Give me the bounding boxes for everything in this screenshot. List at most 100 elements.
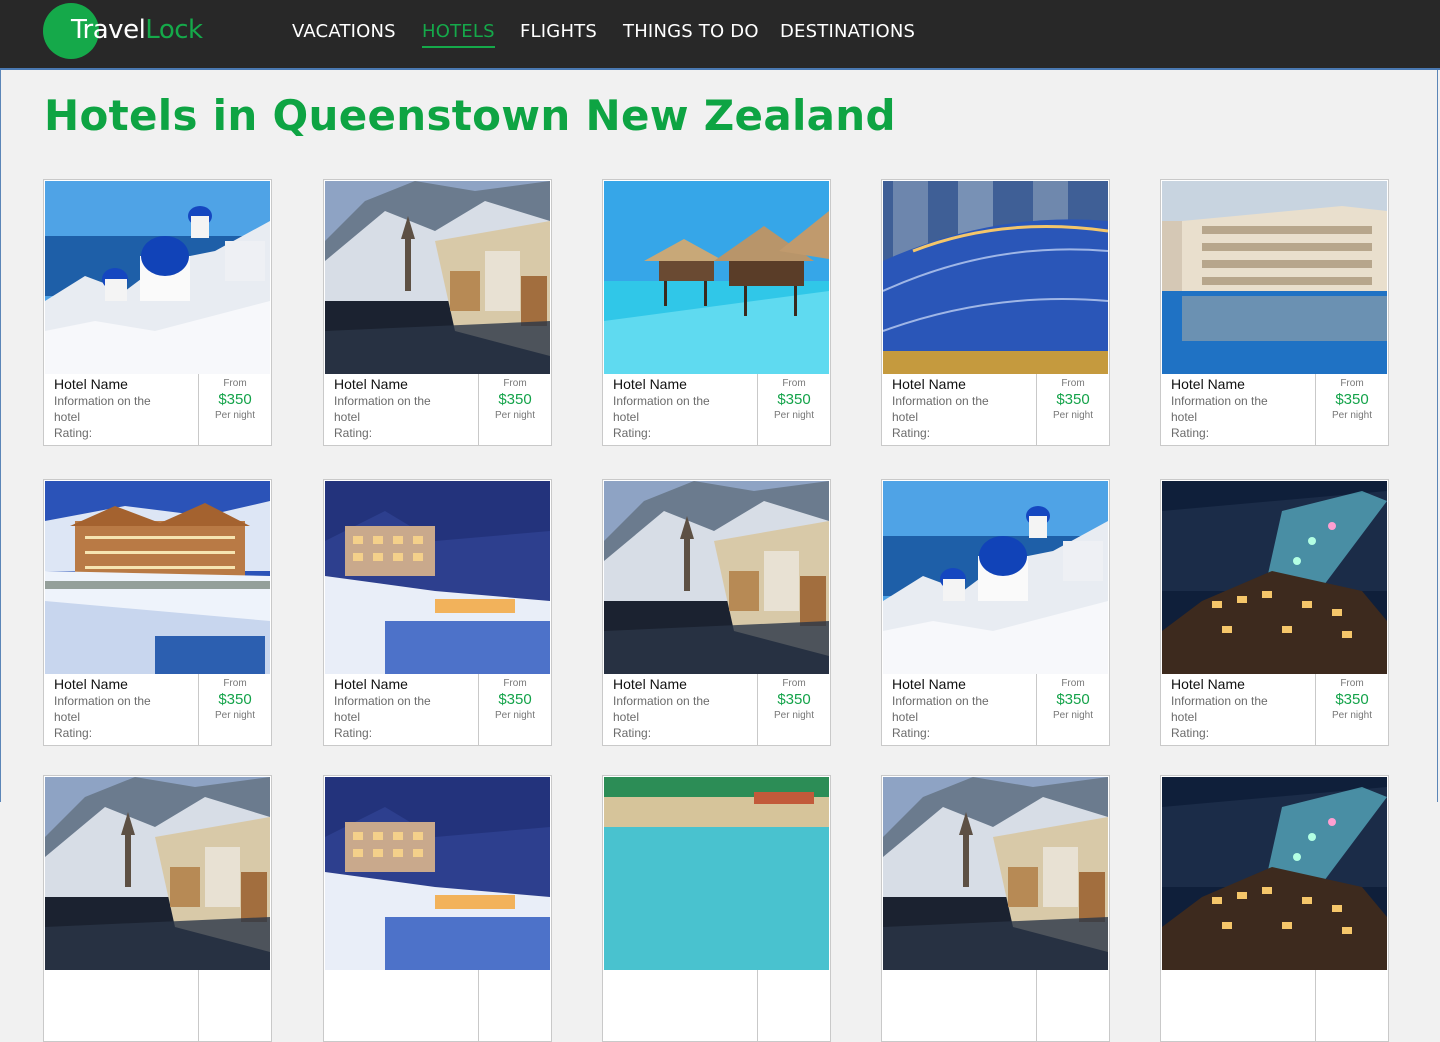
hotel-info: [882, 970, 1037, 1041]
hotel-photo-image: [883, 181, 1108, 374]
hotel-info: [1161, 970, 1316, 1041]
hotel-card[interactable]: Hotel Name Information on the hotel Rati…: [323, 179, 552, 446]
price-amount: $350: [1056, 691, 1090, 708]
hotel-photo-image: [325, 777, 550, 970]
hotel-card[interactable]: [881, 775, 1110, 1042]
hotel-price-box: From $350 Per night: [479, 374, 551, 445]
hotel-card[interactable]: Hotel Name Information on the hotel Rati…: [602, 179, 831, 446]
price-per-night-label: Per night: [1052, 410, 1094, 421]
price-from-label: From: [1340, 378, 1364, 389]
nav-things-to-do[interactable]: THINGS TO DO: [623, 19, 759, 45]
price-from-label: From: [1340, 678, 1364, 689]
brand-name-part-1: Travel: [71, 15, 146, 45]
hotel-photo[interactable]: [1162, 481, 1387, 674]
price-per-night-label: Per night: [214, 710, 256, 721]
hotel-photo-image: [45, 777, 270, 970]
hotel-photo[interactable]: [325, 481, 550, 674]
hotel-rating: Rating:: [1171, 726, 1210, 740]
hotel-name[interactable]: Hotel Name: [334, 676, 478, 693]
hotel-name[interactable]: Hotel Name: [613, 376, 757, 393]
hotel-photo-image: [45, 481, 270, 674]
hotel-photo[interactable]: [325, 777, 550, 970]
hotel-description: Information on the hotel: [892, 694, 989, 724]
nav-vacations[interactable]: VACATIONS: [292, 19, 396, 45]
hotel-info: Hotel Name Information on the hotel Rati…: [882, 374, 1037, 445]
hotel-price-box: [199, 970, 271, 1041]
hotel-info: Hotel Name Information on the hotel Rati…: [324, 674, 479, 745]
hotel-name[interactable]: Hotel Name: [54, 376, 198, 393]
hotel-card[interactable]: [602, 775, 831, 1042]
hotel-photo-image: [325, 181, 550, 374]
hotel-photo[interactable]: [45, 181, 270, 374]
hotel-info: Hotel Name Information on the hotel Rati…: [882, 674, 1037, 745]
hotel-description: Information on the hotel: [54, 394, 151, 424]
hotel-name[interactable]: Hotel Name: [1171, 376, 1315, 393]
price-from-label: From: [223, 378, 247, 389]
hotel-price-box: From $350 Per night: [1037, 374, 1109, 445]
brand-name-part-2: Lock: [145, 15, 203, 45]
price-per-night-label: Per night: [494, 710, 536, 721]
hotel-photo[interactable]: [604, 181, 829, 374]
hotel-card[interactable]: Hotel Name Information on the hotel Rati…: [43, 479, 272, 746]
hotel-info: [603, 970, 758, 1041]
hotel-photo[interactable]: [1162, 777, 1387, 970]
hotel-photo-image: [604, 481, 829, 674]
hotel-card[interactable]: Hotel Name Information on the hotel Rati…: [881, 179, 1110, 446]
page-title: Hotels in Queenstown New Zealand: [44, 91, 896, 140]
hotel-price-box: From $350 Per night: [1316, 374, 1388, 445]
hotel-info: Hotel Name Information on the hotel Rati…: [1161, 374, 1316, 445]
hotel-card[interactable]: [43, 775, 272, 1042]
hotel-price-box: From $350 Per night: [758, 374, 830, 445]
hotel-name[interactable]: Hotel Name: [892, 376, 1036, 393]
price-amount: $350: [1335, 691, 1369, 708]
nav-hotels[interactable]: HOTELS: [422, 19, 495, 48]
price-from-label: From: [503, 378, 527, 389]
hotel-card[interactable]: Hotel Name Information on the hotel Rati…: [43, 179, 272, 446]
hotel-info: [324, 970, 479, 1041]
hotel-card[interactable]: Hotel Name Information on the hotel Rati…: [1160, 479, 1389, 746]
hotel-photo[interactable]: [604, 777, 829, 970]
hotel-card[interactable]: [323, 775, 552, 1042]
hotel-description: Information on the hotel: [613, 394, 710, 424]
hotel-price-box: From $350 Per night: [1316, 674, 1388, 745]
hotel-info: Hotel Name Information on the hotel Rati…: [324, 374, 479, 445]
price-from-label: From: [1061, 678, 1085, 689]
hotel-photo[interactable]: [604, 481, 829, 674]
price-amount: $350: [498, 391, 532, 408]
hotel-info: Hotel Name Information on the hotel Rati…: [44, 374, 199, 445]
hotel-info: Hotel Name Information on the hotel Rati…: [603, 674, 758, 745]
hotel-name[interactable]: Hotel Name: [613, 676, 757, 693]
nav-flights[interactable]: FLIGHTS: [520, 19, 597, 45]
hotel-price-box: From $350 Per night: [479, 674, 551, 745]
price-from-label: From: [1061, 378, 1085, 389]
hotel-name[interactable]: Hotel Name: [1171, 676, 1315, 693]
hotel-photo[interactable]: [45, 777, 270, 970]
hotel-photo[interactable]: [883, 777, 1108, 970]
hotel-rating: Rating:: [1171, 426, 1210, 440]
hotel-info: [44, 970, 199, 1041]
hotel-photo[interactable]: [325, 181, 550, 374]
hotel-card[interactable]: Hotel Name Information on the hotel Rati…: [1160, 179, 1389, 446]
hotel-price-box: [479, 970, 551, 1041]
hotel-card[interactable]: Hotel Name Information on the hotel Rati…: [323, 479, 552, 746]
hotel-name[interactable]: Hotel Name: [334, 376, 478, 393]
hotel-card[interactable]: Hotel Name Information on the hotel Rati…: [881, 479, 1110, 746]
hotel-price-box: From $350 Per night: [199, 674, 271, 745]
brand-logo[interactable]: TravelLock: [71, 13, 203, 47]
hotel-rating: Rating:: [892, 726, 931, 740]
hotel-photo[interactable]: [1162, 181, 1387, 374]
hotel-name[interactable]: Hotel Name: [892, 676, 1036, 693]
hotel-photo-image: [883, 481, 1108, 674]
hotel-photo[interactable]: [883, 181, 1108, 374]
hotel-photo[interactable]: [883, 481, 1108, 674]
nav-destinations[interactable]: DESTINATIONS: [780, 19, 915, 45]
hotel-card[interactable]: Hotel Name Information on the hotel Rati…: [602, 479, 831, 746]
hotel-photo[interactable]: [45, 481, 270, 674]
hotel-photo-image: [45, 181, 270, 374]
price-from-label: From: [782, 678, 806, 689]
hotel-description: Information on the hotel: [892, 394, 989, 424]
hotel-name[interactable]: Hotel Name: [54, 676, 198, 693]
hotel-card[interactable]: [1160, 775, 1389, 1042]
hotel-photo-image: [1162, 181, 1387, 374]
price-amount: $350: [1335, 391, 1369, 408]
